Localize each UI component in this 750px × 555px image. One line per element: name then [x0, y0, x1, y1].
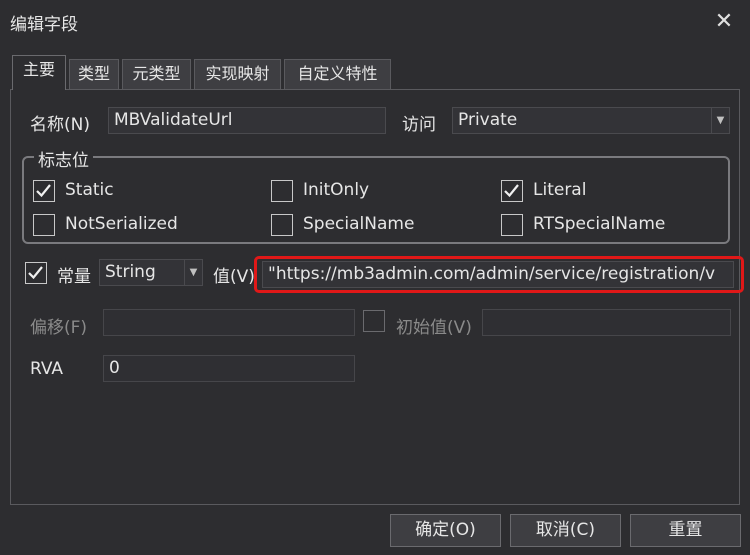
tab-meta-type[interactable]: 元类型	[122, 59, 191, 89]
offset-input[interactable]	[103, 309, 355, 336]
flags-group-title: 标志位	[34, 146, 93, 171]
tab-type[interactable]: 类型	[69, 59, 119, 89]
static-checkbox[interactable]	[33, 180, 55, 202]
access-select[interactable]: Private ▼	[452, 107, 730, 134]
constant-type-select[interactable]: String ▼	[99, 259, 203, 286]
close-icon: ✕	[714, 9, 734, 34]
tab-panel-main	[10, 89, 740, 505]
chevron-down-icon[interactable]: ▼	[184, 260, 202, 285]
specialname-label: SpecialName	[303, 214, 415, 234]
constant-label: 常量	[57, 267, 91, 287]
initial-value-label: 初始值(V)	[396, 318, 472, 338]
literal-label: Literal	[533, 180, 587, 200]
rtspecialname-label: RTSpecialName	[533, 214, 666, 234]
literal-checkbox[interactable]	[501, 180, 523, 202]
offset-label: 偏移(F)	[30, 318, 88, 338]
ok-button[interactable]: 确定(O)	[390, 514, 501, 547]
checkmark-icon	[504, 184, 519, 198]
value-label: 值(V)	[213, 267, 255, 287]
initial-value-input[interactable]	[482, 309, 731, 336]
access-select-value: Private	[458, 110, 518, 130]
rtspecialname-checkbox[interactable]	[501, 214, 523, 236]
initial-value-checkbox[interactable]	[363, 310, 385, 332]
rva-input[interactable]: 0	[103, 355, 355, 382]
name-input[interactable]: MBValidateUrl	[108, 107, 386, 134]
cancel-button[interactable]: 取消(C)	[510, 514, 621, 547]
constant-type-value: String	[105, 262, 156, 282]
specialname-checkbox[interactable]	[271, 214, 293, 236]
highlight-box	[254, 256, 744, 293]
dialog-title: 编辑字段	[10, 15, 78, 35]
access-label: 访问	[402, 115, 436, 135]
static-label: Static	[65, 180, 114, 200]
checkmark-icon	[36, 184, 51, 198]
close-button[interactable]: ✕	[708, 6, 740, 38]
checkmark-icon	[28, 266, 43, 280]
initonly-label: InitOnly	[303, 180, 370, 200]
notserialized-checkbox[interactable]	[33, 214, 55, 236]
tab-impl-map[interactable]: 实现映射	[194, 59, 281, 89]
name-label: 名称(N)	[30, 115, 90, 135]
constant-checkbox[interactable]	[25, 262, 47, 284]
title-bar	[0, 0, 750, 44]
tab-custom-attributes[interactable]: 自定义特性	[284, 59, 391, 89]
notserialized-label: NotSerialized	[65, 214, 178, 234]
reset-button[interactable]: 重置	[630, 514, 741, 547]
tab-main[interactable]: 主要	[12, 55, 66, 90]
chevron-down-icon[interactable]: ▼	[711, 108, 729, 133]
rva-label: RVA	[30, 359, 64, 379]
initonly-checkbox[interactable]	[271, 180, 293, 202]
